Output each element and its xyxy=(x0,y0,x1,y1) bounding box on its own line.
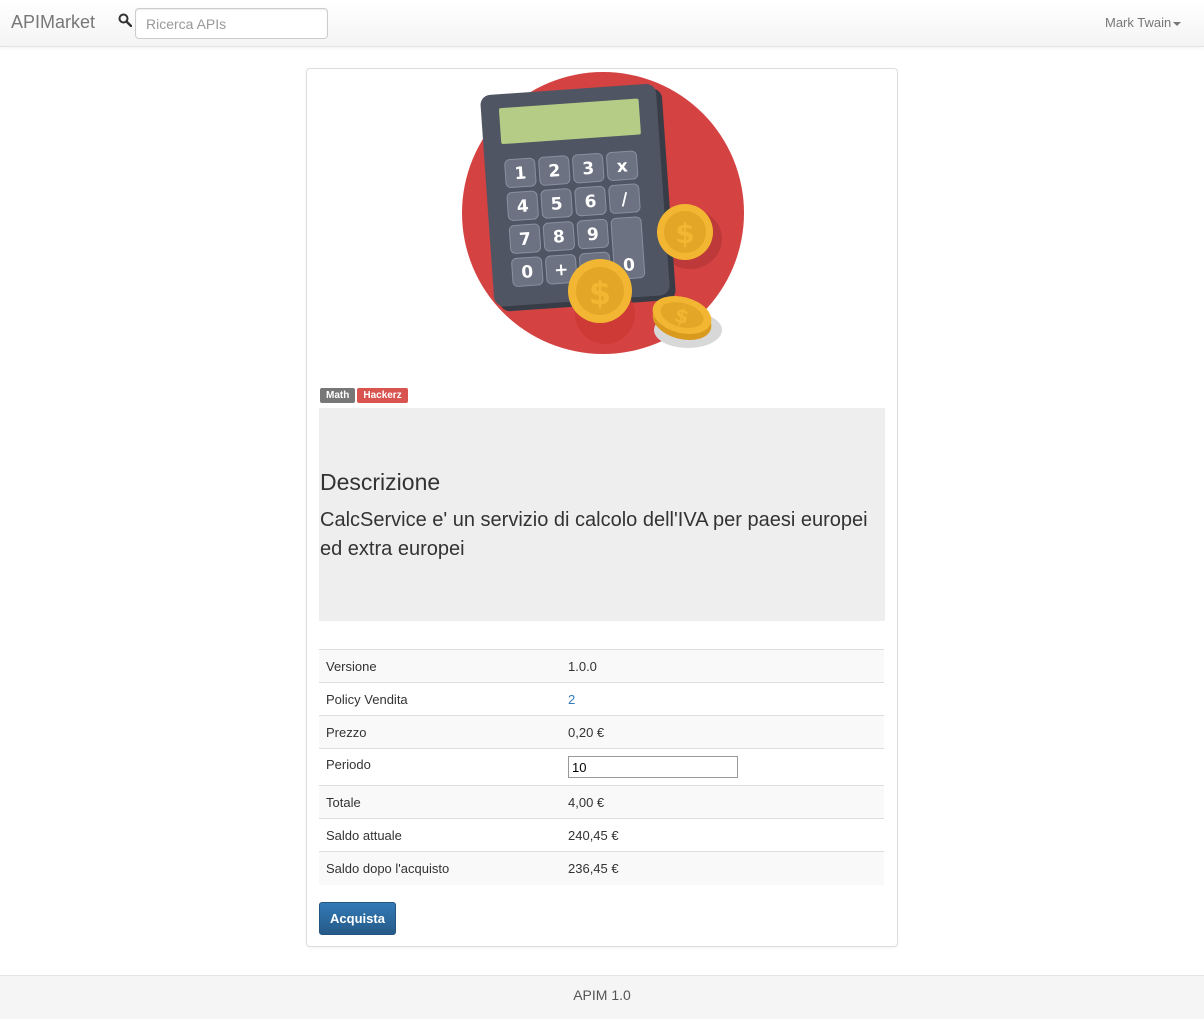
description-title: Descrizione xyxy=(320,469,441,495)
calculator-image: 1 2 3 x 4 5 6 / 7 8 9 0 + - 0 $ xyxy=(462,72,744,354)
calc-key-multiply: x xyxy=(616,156,628,177)
calc-key-0-left: 0 xyxy=(521,262,534,283)
policy-link[interactable]: 2 xyxy=(568,692,575,707)
saldo-dopo-value: 236,45 € xyxy=(561,851,884,885)
description-panel: Descrizione CalcService e' un servizio d… xyxy=(319,408,885,621)
acquista-button[interactable]: Acquista xyxy=(319,902,396,935)
table-row: Saldo dopo l'acquisto 236,45 € xyxy=(319,851,884,885)
calc-key-8: 8 xyxy=(552,227,565,248)
description-text: CalcService e' un servizio di calcolo de… xyxy=(320,509,868,560)
footer: APIM 1.0 xyxy=(0,975,1204,1019)
calc-key-3: 3 xyxy=(582,159,595,180)
periodo-label: Periodo xyxy=(319,748,561,786)
svg-text:$: $ xyxy=(589,274,611,312)
prezzo-label: Prezzo xyxy=(319,715,561,749)
versione-label: Versione xyxy=(319,649,561,683)
saldo-dopo-label: Saldo dopo l'acquisto xyxy=(319,851,561,885)
saldo-attuale-value: 240,45 € xyxy=(561,818,884,852)
tag-math[interactable]: Math xyxy=(320,388,356,403)
api-detail-card: 1 2 3 x 4 5 6 / 7 8 9 0 + - 0 $ xyxy=(306,68,898,947)
table-row: Saldo attuale 240,45 € xyxy=(319,818,884,852)
api-details-table: Versione 1.0.0 Policy Vendita 2 Prezzo 0… xyxy=(319,649,884,885)
user-name: Mark Twain xyxy=(1105,15,1172,30)
calc-key-7: 7 xyxy=(518,229,531,250)
svg-text:$: $ xyxy=(675,217,694,250)
table-row: Versione 1.0.0 xyxy=(319,649,884,683)
periodo-input[interactable] xyxy=(568,756,738,778)
calc-key-4: 4 xyxy=(516,196,529,217)
table-row: Periodo xyxy=(319,748,884,786)
tag-hackerz[interactable]: Hackerz xyxy=(357,388,408,403)
search-icon xyxy=(118,13,132,27)
search-input[interactable] xyxy=(135,8,328,39)
calc-key-6: 6 xyxy=(584,192,597,213)
calc-key-plus: + xyxy=(553,260,569,281)
policy-label: Policy Vendita xyxy=(319,682,561,716)
caret-down-icon xyxy=(1173,21,1182,26)
calc-key-1: 1 xyxy=(514,164,527,185)
totale-label: Totale xyxy=(319,785,561,819)
footer-version: APIM 1.0 xyxy=(573,987,631,1003)
table-row: Prezzo 0,20 € xyxy=(319,715,884,749)
calc-key-5: 5 xyxy=(550,194,563,215)
user-menu-dropdown[interactable]: Mark Twain xyxy=(1105,15,1182,30)
tag-list: Math Hackerz xyxy=(320,385,410,403)
prezzo-value: 0,20 € xyxy=(561,715,884,749)
table-row: Policy Vendita 2 xyxy=(319,682,884,716)
calc-key-2: 2 xyxy=(548,161,561,182)
table-row: Totale 4,00 € xyxy=(319,785,884,819)
brand-link[interactable]: APIMarket xyxy=(11,12,95,33)
coin-icon: $ xyxy=(657,204,713,260)
totale-value: 4,00 € xyxy=(561,785,884,819)
versione-value: 1.0.0 xyxy=(561,649,884,683)
calc-key-9: 9 xyxy=(586,225,599,246)
saldo-attuale-label: Saldo attuale xyxy=(319,818,561,852)
navbar: APIMarket Mark Twain xyxy=(0,0,1204,47)
